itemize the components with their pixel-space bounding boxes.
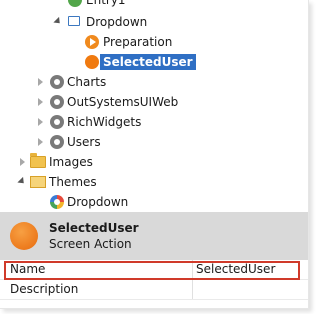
tree-item-label: RichWidgets [67, 115, 142, 129]
tree-item-dropdown-screen[interactable]: Dropdown [0, 12, 300, 32]
tree-item-label: OutSystemsUIWeb [67, 95, 179, 109]
name-field[interactable]: SelectedUser [196, 260, 275, 279]
theme-icon [50, 195, 64, 209]
expand-arrow-icon[interactable] [36, 112, 46, 132]
gear-icon [50, 135, 64, 149]
tree-item-module[interactable]: Users [0, 132, 300, 152]
tree-item-module[interactable]: OutSystemsUIWeb [0, 92, 300, 112]
tree-item-module[interactable]: Charts [0, 72, 300, 92]
tree-item-entry[interactable]: Entry1 [0, 0, 300, 10]
folder-open-icon [30, 176, 46, 188]
tree-item-label: Entry1 [86, 0, 126, 7]
expand-arrow-icon[interactable] [18, 172, 28, 192]
column-divider [192, 280, 193, 299]
entry-icon [68, 0, 82, 7]
tree-item-themes[interactable]: Themes [0, 172, 300, 192]
property-row-description: Description [0, 280, 308, 300]
tree-item-label: Dropdown [86, 15, 148, 29]
gear-icon [50, 75, 64, 89]
expand-arrow-icon[interactable] [18, 152, 28, 172]
action-icon [85, 55, 99, 69]
property-key: Description [10, 282, 79, 296]
element-title: SelectedUser [49, 221, 139, 235]
action-icon [10, 222, 38, 250]
expand-arrow-icon[interactable] [36, 92, 46, 112]
expand-arrow-icon[interactable] [36, 72, 46, 92]
element-tree: Entry1 Dropdown Preparation SelectedUser… [0, 0, 308, 212]
tree-item-label: Dropdown [67, 195, 129, 209]
properties-header: SelectedUser Screen Action [0, 212, 308, 260]
tree-item-label: Images [49, 155, 93, 169]
property-row-name: Name SelectedUser [0, 260, 308, 280]
app-panel: Entry1 Dropdown Preparation SelectedUser… [0, 0, 309, 309]
element-type: Screen Action [49, 237, 132, 251]
tree-item-theme-dropdown[interactable]: Dropdown [0, 192, 300, 212]
screen-icon [68, 16, 80, 26]
tree-item-label: Preparation [103, 35, 173, 49]
property-key: Name [10, 262, 46, 276]
tree-item-label: Charts [67, 75, 107, 89]
tree-item-label: Users [67, 135, 101, 149]
play-icon [85, 35, 99, 49]
tree-item-label: SelectedUser [100, 54, 196, 70]
column-divider [192, 260, 193, 279]
properties-grid: Name SelectedUser Description [0, 260, 308, 300]
gear-icon [50, 95, 64, 109]
tree-item-selected-user[interactable]: SelectedUser [0, 52, 300, 72]
expand-arrow-icon[interactable] [36, 132, 46, 152]
tree-item-label: Themes [49, 175, 97, 189]
gear-icon [50, 115, 64, 129]
expand-arrow-icon[interactable] [54, 12, 64, 32]
tree-item-images[interactable]: Images [0, 152, 300, 172]
tree-item-module[interactable]: RichWidgets [0, 112, 300, 132]
folder-icon [30, 153, 46, 168]
tree-item-preparation[interactable]: Preparation [0, 32, 300, 52]
